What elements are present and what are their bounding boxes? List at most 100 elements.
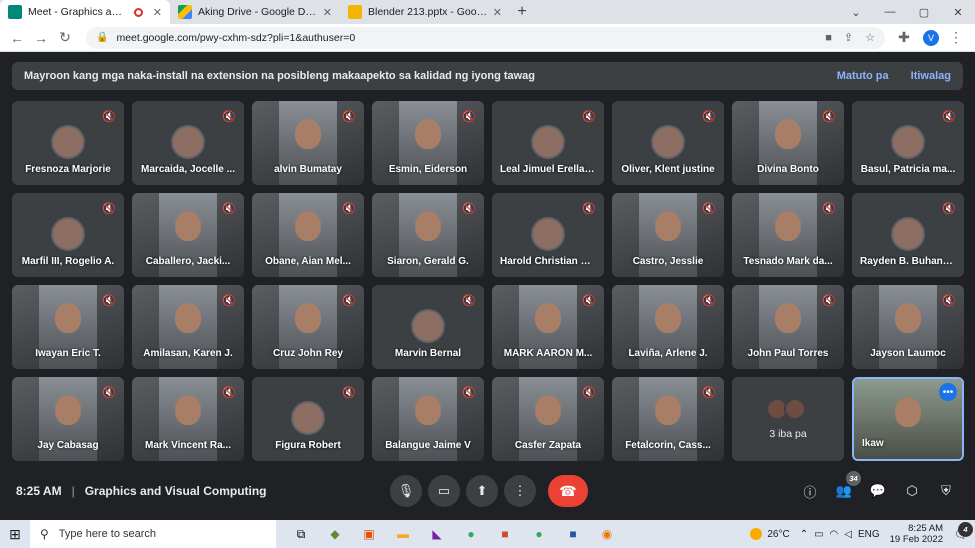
camera-button[interactable]: ▭ [428,475,460,507]
forward-arrow-icon[interactable]: → [30,27,52,49]
system-clock[interactable]: 8:25 AM 19 Feb 2022 [890,523,943,545]
close-tab-icon[interactable]: ✕ [153,6,162,19]
participant-tile[interactable]: 🔇 Castro, Jesslie [612,193,724,277]
meeting-info-icon[interactable]: ⓘ [799,480,821,502]
chevron-down-icon[interactable]: ⌄ [839,0,873,24]
visual-studio-icon[interactable]: ◣ [420,520,454,548]
participant-tile[interactable]: 🔇 Tesnado Mark da... [732,193,844,277]
side-panel-buttons: ⓘ 👥 34 💬 ⬡ ⛨ [787,471,957,502]
more-options-button[interactable]: ⋮ [504,475,536,507]
present-screen-button[interactable]: ⬆ [466,475,498,507]
participant-tile[interactable]: 🔇 Oliver, Klent justine [612,101,724,185]
muted-mic-icon: 🔇 [822,110,836,123]
participant-tile[interactable]: 🔇 Esmin, Eiderson [372,101,484,185]
participant-tile[interactable]: 🔇 John Paul Torres [732,285,844,369]
back-arrow-icon[interactable]: ← [6,27,28,49]
participant-tile[interactable]: 🔇 Mark Vincent Ra... [132,377,244,461]
tab-drive[interactable]: Aking Drive - Google Drive ✕ [170,0,340,24]
pinned-apps: ⧉ ◆ ▣ ▬ ◣ ● ■ ● ■ ◉ [284,520,624,548]
end-call-button[interactable]: ☎ [548,475,588,507]
url-text[interactable]: meet.google.com/pwy-cxhm-sdz?pli=1&authu… [116,32,813,44]
participant-tile[interactable]: 🔇 Obane, Aian Mel... [252,193,364,277]
windows-start-icon[interactable]: ⊞ [0,520,30,548]
participant-tile[interactable]: 🔇 Siaron, Gerald G. [372,193,484,277]
participant-tile[interactable]: 🔇 Rayden B. Buhano... [852,193,964,277]
participant-tile[interactable]: 🔇 Leal Jimuel Erellan... [492,101,604,185]
other-participants-tile[interactable]: 3 iba pa [732,377,844,461]
chevron-up-icon[interactable]: ⌃ [800,529,808,540]
taskbar-search[interactable]: ⚲ Type here to search [30,520,276,548]
participant-tile[interactable]: 🔇 Marvin Bernal [372,285,484,369]
new-tab-button[interactable]: + [510,0,534,24]
self-more-options-button[interactable]: ••• [939,383,957,401]
chrome-icon[interactable]: ● [454,520,488,548]
learn-more-link[interactable]: Matuto pa [837,70,889,82]
microphone-button[interactable]: 🎙 [390,475,422,507]
participant-tile[interactable]: 🔇 Caballero, Jacki... [132,193,244,277]
people-icon[interactable]: 👥 34 [833,471,861,502]
profile-avatar[interactable]: V [923,29,939,46]
participant-name: Jay Cabasag [37,440,99,451]
restore-button[interactable]: ▢ [907,0,941,24]
host-controls-shield-icon[interactable]: ⛨ [935,480,957,502]
participant-tile[interactable]: 🔇 Fresnoza Marjorie [12,101,124,185]
share-icon[interactable]: ⇪ [844,31,853,44]
participant-tile[interactable]: 🔇 Figura Robert [252,377,364,461]
volume-icon[interactable]: ◁ [844,529,852,540]
participant-face [295,119,321,150]
participant-tile[interactable]: 🔇 Iwayan Eric T. [12,285,124,369]
weather-widget[interactable]: 26°C [750,528,790,540]
close-tab-icon[interactable]: ✕ [493,6,502,19]
muted-mic-icon: 🔇 [222,110,236,123]
bookmark-star-icon[interactable]: ☆ [865,31,875,44]
participant-face [895,303,921,334]
participant-tile[interactable]: 🔇 Harold Christian B... [492,193,604,277]
participant-tile[interactable]: 🔇 Marfil III, Rogelio A. [12,193,124,277]
dismiss-link[interactable]: Itiwalag [911,70,951,82]
participant-tile[interactable]: 🔇 Jayson Laumoc [852,285,964,369]
language-indicator[interactable]: ENG [858,529,880,540]
participant-tile[interactable]: 🔇 Cruz John Rey [252,285,364,369]
participant-tile[interactable]: 🔇 Amilasan, Karen J. [132,285,244,369]
file-explorer-icon[interactable]: ▬ [386,520,420,548]
close-tab-icon[interactable]: ✕ [323,6,332,19]
chat-icon[interactable]: 💬 [867,480,889,502]
minimize-button[interactable]: — [873,0,907,24]
self-view-tile[interactable]: ••• Ikaw [852,377,964,461]
lock-icon[interactable]: 🔒 [96,32,108,43]
camera-icon[interactable]: ■ [825,32,832,44]
muted-mic-icon: 🔇 [462,110,476,123]
notification-center-icon[interactable]: 🗨4 [951,522,973,544]
participant-tile[interactable]: 🔇 Laviña, Arlene J. [612,285,724,369]
participant-tile[interactable]: 🔇 Divina Bonto [732,101,844,185]
participant-tile[interactable]: 🔇 Jay Cabasag [12,377,124,461]
participant-name: Basul, Patricia ma... [860,164,956,175]
app-icon[interactable]: ◆ [318,520,352,548]
participant-tile[interactable]: 🔇 MARK AARON M... [492,285,604,369]
blender-icon[interactable]: ◉ [590,520,624,548]
app-icon[interactable]: ▣ [352,520,386,548]
participant-face [55,395,81,426]
reload-icon[interactable]: ↻ [54,27,76,49]
tab-meet[interactable]: Meet - Graphics and Visual Computing ✕ [0,0,170,24]
powerpoint-icon[interactable]: ■ [488,520,522,548]
participant-tile[interactable]: 🔇 Marcaida, Jocelle ... [132,101,244,185]
activities-icon[interactable]: ⬡ [901,480,923,502]
browser-menu-icon[interactable]: ⋮ [945,27,967,49]
close-window-button[interactable]: ✕ [941,0,975,24]
address-bar[interactable]: 🔒 meet.google.com/pwy-cxhm-sdz?pli=1&aut… [86,26,885,49]
task-view-icon[interactable]: ⧉ [284,520,318,548]
chrome-profile-icon[interactable]: ● [522,520,556,548]
wifi-icon[interactable]: ◠ [830,529,839,540]
participant-tile[interactable]: 🔇 alvin Bumatay [252,101,364,185]
battery-icon[interactable]: ▭ [814,529,823,540]
tab-slides[interactable]: Blender 213.pptx - Google Slides ✕ [340,0,510,24]
word-icon[interactable]: ■ [556,520,590,548]
extensions-puzzle-icon[interactable]: ✚ [893,27,915,49]
participant-tile[interactable]: 🔇 Basul, Patricia ma... [852,101,964,185]
participant-tile[interactable]: 🔇 Fetalcorin, Cass... [612,377,724,461]
muted-mic-icon: 🔇 [702,294,716,307]
meeting-title: Graphics and Visual Computing [84,484,267,498]
participant-tile[interactable]: 🔇 Balangue Jaime V [372,377,484,461]
participant-tile[interactable]: 🔇 Casfer Zapata [492,377,604,461]
